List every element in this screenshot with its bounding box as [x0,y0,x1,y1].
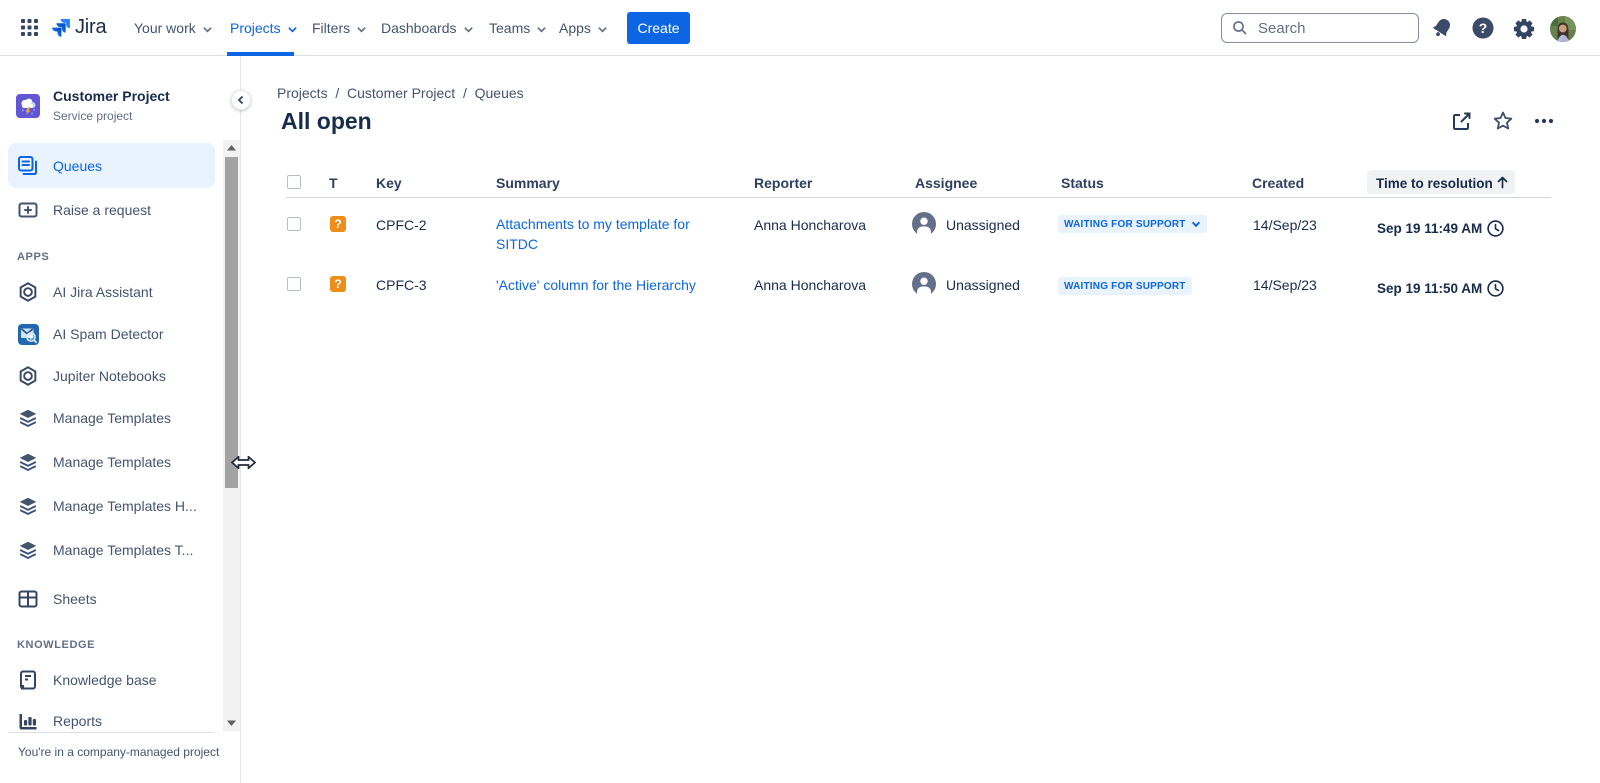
svg-text:?: ? [1479,20,1487,36]
